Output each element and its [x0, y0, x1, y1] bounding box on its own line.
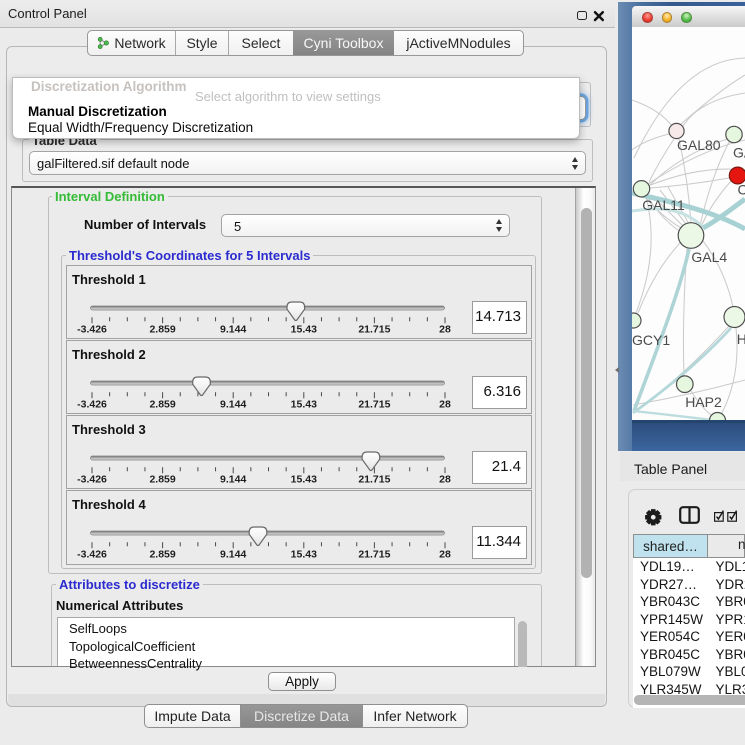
svg-text:21.715: 21.715 — [358, 549, 390, 561]
svg-text:21.715: 21.715 — [358, 324, 390, 336]
svg-text:9.144: 9.144 — [220, 324, 246, 336]
svg-text:-3.426: -3.426 — [77, 324, 107, 336]
svg-text:2.859: 2.859 — [149, 549, 175, 561]
svg-text:2.859: 2.859 — [149, 399, 175, 411]
svg-text:28: 28 — [439, 549, 451, 561]
svg-text:Threshold 1: Threshold 1 — [72, 272, 146, 287]
svg-text:9.144: 9.144 — [220, 399, 246, 411]
svg-text:-3.426: -3.426 — [77, 474, 107, 486]
svg-text:GAL4: GAL4 — [691, 249, 727, 265]
svg-text:-3.426: -3.426 — [77, 549, 107, 561]
svg-text:-3.426: -3.426 — [77, 399, 107, 411]
svg-text:21.715: 21.715 — [358, 474, 390, 486]
svg-text:28: 28 — [439, 399, 451, 411]
svg-text:9.144: 9.144 — [220, 549, 246, 561]
svg-text:15.43: 15.43 — [291, 474, 317, 486]
svg-text:Threshold 4: Threshold 4 — [72, 497, 146, 512]
svg-text:2.859: 2.859 — [149, 474, 175, 486]
svg-text:Threshold 2: Threshold 2 — [72, 347, 146, 362]
svg-text:GA: GA — [733, 145, 745, 161]
svg-text:9.144: 9.144 — [220, 474, 246, 486]
svg-text:15.43: 15.43 — [291, 549, 317, 561]
svg-text:GCY1: GCY1 — [632, 332, 670, 348]
svg-text:28: 28 — [439, 474, 451, 486]
svg-text:Threshold 3: Threshold 3 — [72, 422, 146, 437]
svg-text:15.43: 15.43 — [291, 399, 317, 411]
svg-text:H: H — [737, 331, 745, 347]
svg-text:CY: CY — [738, 182, 745, 198]
svg-text:HAP2: HAP2 — [685, 394, 722, 410]
svg-text:GAL80: GAL80 — [677, 137, 721, 153]
svg-text:15.43: 15.43 — [291, 324, 317, 336]
svg-text:2.859: 2.859 — [149, 324, 175, 336]
svg-text:28: 28 — [439, 324, 451, 336]
svg-text:GAL11: GAL11 — [642, 197, 685, 213]
svg-text:21.715: 21.715 — [358, 399, 390, 411]
